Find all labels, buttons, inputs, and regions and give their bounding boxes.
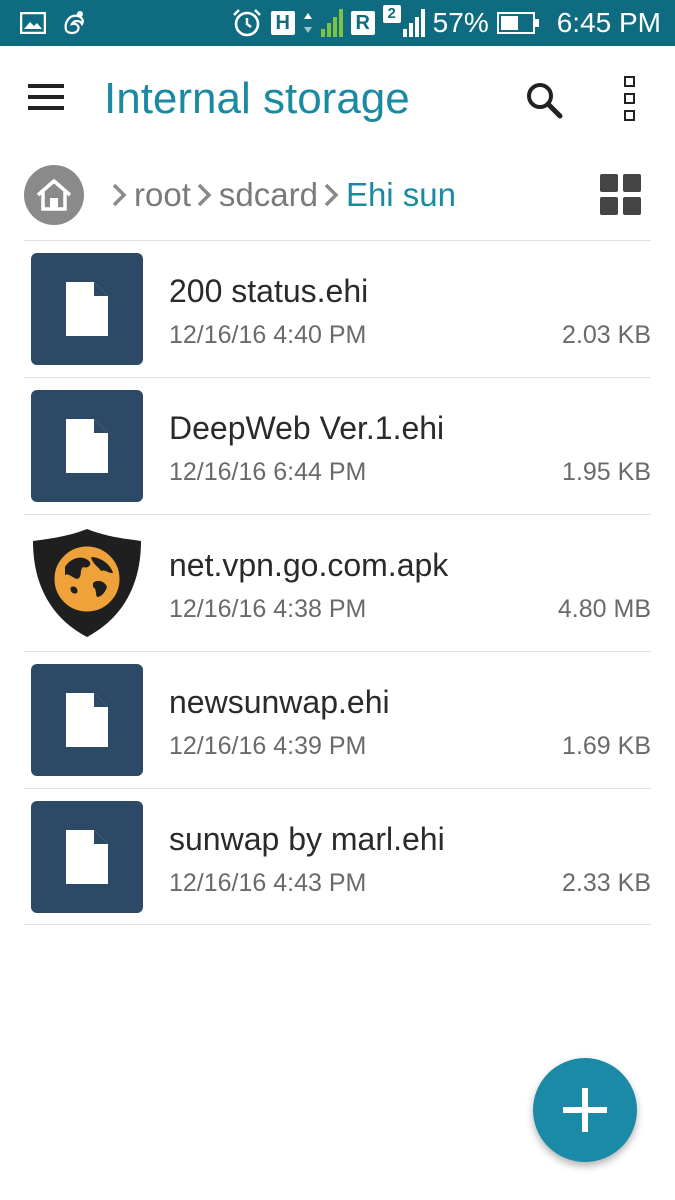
signal-strength-sim1-icon xyxy=(320,9,343,37)
file-row[interactable]: DeepWeb Ver.1.ehi 12/16/16 6:44 PM 1.95 … xyxy=(24,377,651,514)
more-options-icon[interactable] xyxy=(620,76,640,122)
file-date: 12/16/16 4:38 PM xyxy=(169,595,367,623)
file-thumbnail xyxy=(31,253,143,365)
breadcrumb-current-folder[interactable]: Ehi sun xyxy=(346,176,456,214)
file-date: 12/16/16 4:43 PM xyxy=(169,869,367,897)
home-icon[interactable] xyxy=(24,165,84,225)
battery-percent: 57% xyxy=(432,7,489,38)
search-icon[interactable] xyxy=(524,80,564,120)
file-date: 12/16/16 6:44 PM xyxy=(169,458,367,486)
document-icon xyxy=(66,419,108,473)
battery-icon xyxy=(496,12,539,34)
file-size: 1.69 KB xyxy=(562,732,651,760)
data-arrows-icon xyxy=(303,13,312,33)
uc-browser-icon xyxy=(64,11,84,35)
document-icon xyxy=(66,830,108,884)
gallery-icon xyxy=(20,12,46,34)
sim2-badge: 2 xyxy=(382,5,401,23)
file-row[interactable]: newsunwap.ehi 12/16/16 4:39 PM 1.69 KB xyxy=(24,651,651,788)
file-row[interactable]: sunwap by marl.ehi 12/16/16 4:43 PM 2.33… xyxy=(24,788,651,925)
breadcrumb-sdcard[interactable]: sdcard xyxy=(219,176,318,214)
breadcrumb: root sdcard Ehi sun xyxy=(0,160,675,236)
file-size: 2.03 KB xyxy=(562,321,651,349)
grid-view-icon[interactable] xyxy=(600,174,642,216)
breadcrumb-path: root sdcard Ehi sun xyxy=(106,176,456,214)
file-date: 12/16/16 4:40 PM xyxy=(169,321,367,349)
file-list: 200 status.ehi 12/16/16 4:40 PM 2.03 KB … xyxy=(24,240,651,925)
chevron-right-icon xyxy=(197,183,212,207)
status-indicators: H R 2 57% 6:45 PM xyxy=(231,5,661,40)
file-size: 2.33 KB xyxy=(562,869,651,897)
file-date: 12/16/16 4:39 PM xyxy=(169,732,367,760)
file-name: net.vpn.go.com.apk xyxy=(169,547,449,583)
document-icon xyxy=(66,282,108,336)
status-bar: H R 2 57% 6:45 PM xyxy=(0,0,675,46)
network-type-badge: H xyxy=(270,11,295,35)
alarm-icon xyxy=(232,9,261,37)
chevron-right-icon xyxy=(324,183,339,207)
file-name: DeepWeb Ver.1.ehi xyxy=(169,410,445,446)
file-thumbnail xyxy=(31,801,143,913)
signal-strength-sim2: 2 xyxy=(382,5,425,37)
chevron-right-icon xyxy=(112,183,127,207)
clock: 6:45 PM xyxy=(556,7,661,38)
file-size: 1.95 KB xyxy=(562,458,651,486)
file-size: 4.80 MB xyxy=(557,595,651,623)
breadcrumb-root[interactable]: root xyxy=(134,176,191,214)
file-thumbnail xyxy=(31,390,143,502)
add-button[interactable] xyxy=(533,1058,637,1162)
roaming-badge: R xyxy=(350,11,375,35)
battery-level xyxy=(500,16,518,30)
document-icon xyxy=(66,693,108,747)
file-row[interactable]: 200 status.ehi 12/16/16 4:40 PM 2.03 KB xyxy=(24,240,651,377)
notification-icons xyxy=(20,8,90,38)
signal-strength-sim2-icon xyxy=(402,9,425,37)
vpn-shield-app-icon xyxy=(33,529,141,637)
file-thumbnail xyxy=(31,527,143,639)
file-name: newsunwap.ehi xyxy=(169,684,390,720)
file-thumbnail xyxy=(31,664,143,776)
hamburger-menu-icon[interactable] xyxy=(28,84,66,114)
page-title: Internal storage xyxy=(104,74,410,123)
file-name: 200 status.ehi xyxy=(169,273,369,309)
file-row[interactable]: net.vpn.go.com.apk 12/16/16 4:38 PM 4.80… xyxy=(24,514,651,651)
app-bar: Internal storage xyxy=(0,46,675,154)
file-name: sunwap by marl.ehi xyxy=(169,821,445,857)
